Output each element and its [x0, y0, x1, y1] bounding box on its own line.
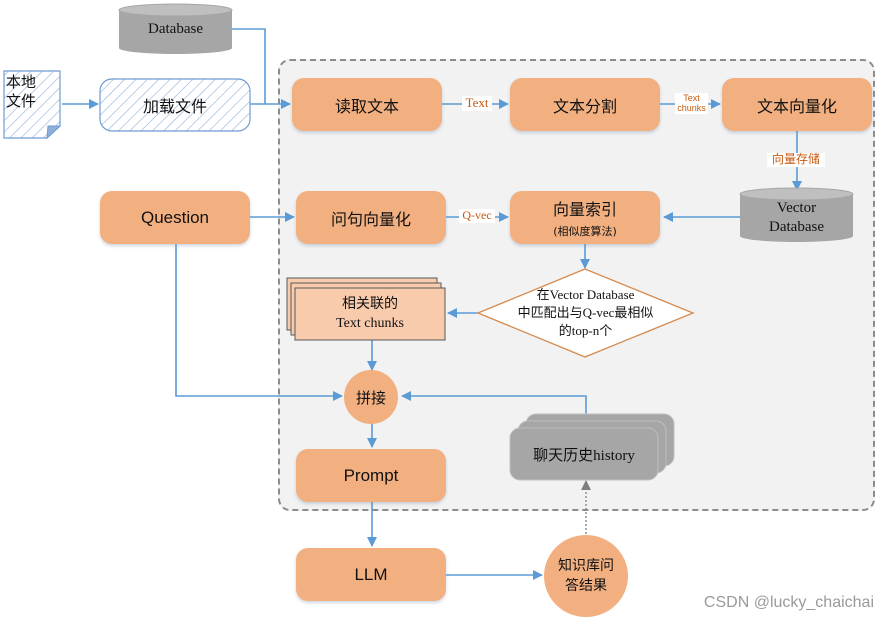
prompt-node[interactable]: Prompt: [296, 449, 446, 502]
related-chunks-node[interactable]: 相关联的 Text chunks: [295, 288, 445, 340]
watermark: CSDN @lucky_chaichai: [703, 594, 874, 611]
load-file-node[interactable]: 加载文件: [100, 79, 250, 131]
chat-history-node[interactable]: 聊天历史history: [510, 428, 658, 480]
llm-node[interactable]: LLM: [296, 548, 446, 601]
edge-label-q-vec: Q-vec: [459, 208, 495, 223]
vector-index-node[interactable]: 向量索引 (相似度算法): [510, 191, 660, 244]
concat-node[interactable]: 拼接: [344, 370, 398, 424]
diagram-canvas: 本地 文件 加载文件 Database 读取文本 文本分割 文本向量化 Text…: [0, 0, 881, 624]
edge-label-text-chunks: Text chunks: [675, 93, 708, 114]
database-node[interactable]: Database: [119, 16, 232, 42]
split-text-node[interactable]: 文本分割: [510, 78, 660, 131]
read-text-node[interactable]: 读取文本: [292, 78, 442, 131]
question-vectorize-node[interactable]: 问句向量化: [296, 191, 446, 244]
vector-index-title: 向量索引: [552, 200, 617, 219]
match-decision-node[interactable]: 在Vector Database 中匹配出与Q-vec最相似 的top-n个: [493, 285, 678, 341]
local-file-fold: [46, 125, 62, 140]
vectorize-text-node[interactable]: 文本向量化: [722, 78, 872, 131]
edge-label-vector-store: 向量存储: [767, 152, 825, 167]
vector-index-subtitle: (相似度算法): [553, 225, 617, 238]
result-node[interactable]: 知识库问 答结果: [544, 535, 628, 617]
vector-db-node[interactable]: Vector Database: [740, 198, 853, 238]
local-file-label: 本地 文件: [6, 73, 37, 110]
question-node[interactable]: Question: [100, 191, 250, 244]
edge-label-text: Text: [462, 95, 492, 111]
